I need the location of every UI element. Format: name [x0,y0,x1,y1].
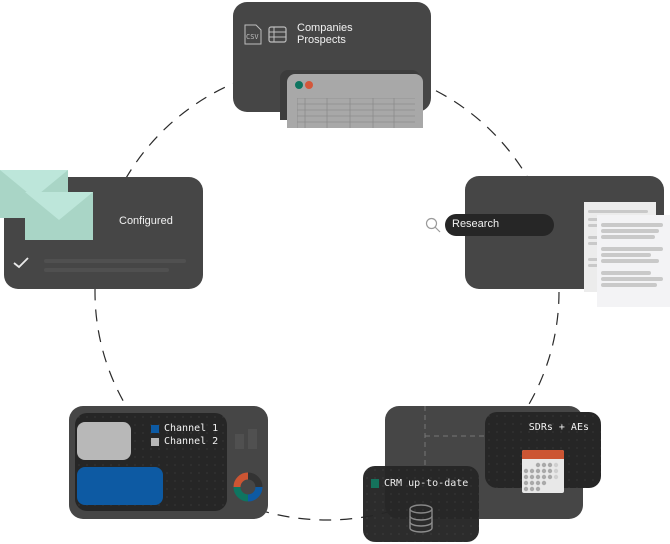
placeholder-line [44,259,186,263]
label-companies: Companies [297,22,353,34]
channels-panel: Channel 1 Channel 2 [75,413,227,511]
svg-text:CSV: CSV [246,33,259,41]
calendar-icon [522,450,564,493]
spreadsheet-window [287,74,423,128]
channels-legend: Channel 1 Channel 2 [151,422,218,448]
placeholder-line [44,268,169,272]
envelope-icon [0,170,93,240]
legend-label-1: Channel 1 [164,423,219,434]
label-prospects: Prospects [297,34,346,46]
document-front [597,215,670,307]
csv-file-icon: CSV [244,24,262,45]
legend-swatch-1 [151,424,159,433]
import-labels: Companies Prospects [297,22,353,46]
channel-1-block [77,467,163,505]
crm-status-square [371,479,379,488]
legend-item: Channel 2 [151,435,218,448]
configured-label: Configured [119,215,173,227]
database-icon [409,504,433,533]
route-label: SDRs + AEs [528,422,589,433]
window-dot-red [305,81,313,89]
legend-swatch-2 [151,437,159,446]
mini-bar-2 [248,429,257,449]
search-icon [425,217,441,233]
check-icon [13,257,29,269]
crm-label: CRM up-to-date [384,478,469,489]
spreadsheet-grid [297,98,415,128]
legend-label-2: Channel 2 [164,436,219,447]
donut-chart-icon [233,472,263,502]
window-dot-green [295,81,303,89]
channel-2-block [77,422,131,460]
channels-card: Channel 1 Channel 2 [69,406,268,519]
research-label: Research [452,218,500,230]
research-search-pill[interactable]: Research [445,214,554,236]
crm-panel: CRM up-to-date [363,466,479,542]
mini-bar-1 [235,434,244,449]
route-panel: SDRs + AEs [485,412,601,493]
table-icon [268,26,287,43]
legend-item: Channel 1 [151,422,218,435]
